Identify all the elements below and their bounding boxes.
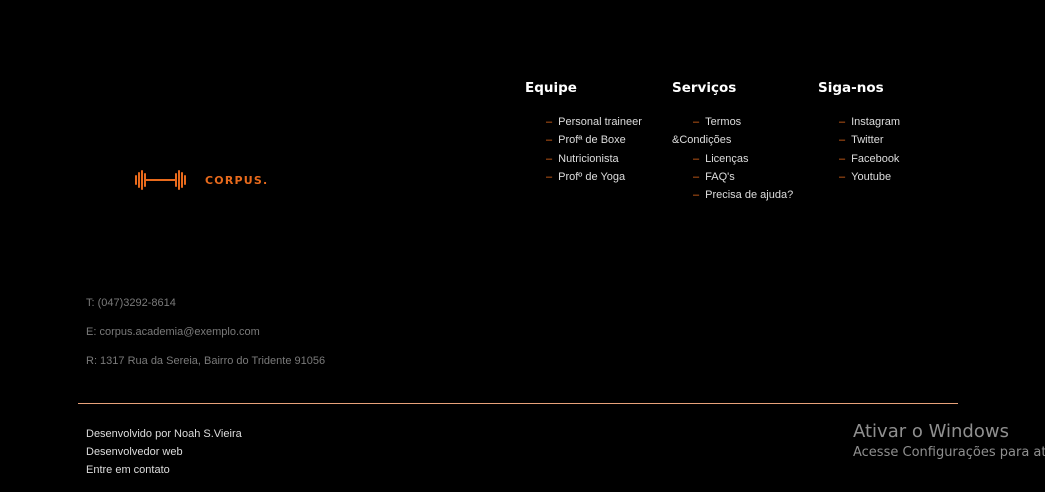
footer-column-siga-nos: Siga-nos – Instagram – Twitter – Facebook –… <box>818 80 900 183</box>
footer-credits: Desenvolvido por Noah S.Vieira Desenvolv… <box>86 425 242 479</box>
contact-address: R: 1317 Rua da Sereia, Bairro do Trident… <box>86 355 326 367</box>
footer-column-servicos: Serviços – Termos &Condições – Licenças – FA… <box>672 80 793 201</box>
column-title-servicos: Serviços <box>672 80 737 96</box>
contact-phone: T: (047)3292-8614 <box>86 297 176 309</box>
barbell-icon <box>134 170 188 190</box>
link-prof-boxe[interactable]: – Profª de Boxe <box>546 131 642 149</box>
link-twitter[interactable]: – Twitter <box>839 131 900 149</box>
watermark-title: Ativar o Windows <box>853 421 1009 442</box>
link-prof-yoga[interactable]: – Profº de Yoga <box>546 168 642 186</box>
link-nutricionista[interactable]: – Nutricionista <box>546 150 642 168</box>
link-faq[interactable]: – FAQ's <box>693 168 793 186</box>
link-instagram[interactable]: – Instagram <box>839 113 900 131</box>
contact-email: E: corpus.academia@exemplo.com <box>86 326 260 338</box>
column-title-equipe: Equipe <box>525 80 577 96</box>
footer-column-equipe: Equipe – Personal traineer – Profª de Boxe… <box>525 80 642 183</box>
credit-developer: Desenvolvido por Noah S.Vieira <box>86 428 242 440</box>
link-licencas[interactable]: – Licenças <box>693 150 793 168</box>
watermark-subtitle: Acesse Configurações para ativar o Windo… <box>853 445 1045 460</box>
link-youtube[interactable]: – Youtube <box>839 168 900 186</box>
link-ajuda[interactable]: – Precisa de ajuda? <box>693 186 793 204</box>
link-facebook[interactable]: – Facebook <box>839 150 900 168</box>
column-title-siga-nos: Siga-nos <box>818 80 884 96</box>
brand-name: CORPUS. <box>205 173 269 187</box>
link-termos-condicoes[interactable]: – Termos &Condições <box>672 113 793 150</box>
contact-link[interactable]: Entre em contato <box>86 461 242 479</box>
link-personal-trainer[interactable]: – Personal traineer <box>546 113 642 131</box>
footer-divider <box>78 403 958 404</box>
brand-logo[interactable]: CORPUS. <box>134 170 268 190</box>
credit-role: Desenvolvedor web <box>86 446 183 458</box>
windows-activation-watermark: Ativar o Windows Acesse Configurações pa… <box>853 421 1045 460</box>
